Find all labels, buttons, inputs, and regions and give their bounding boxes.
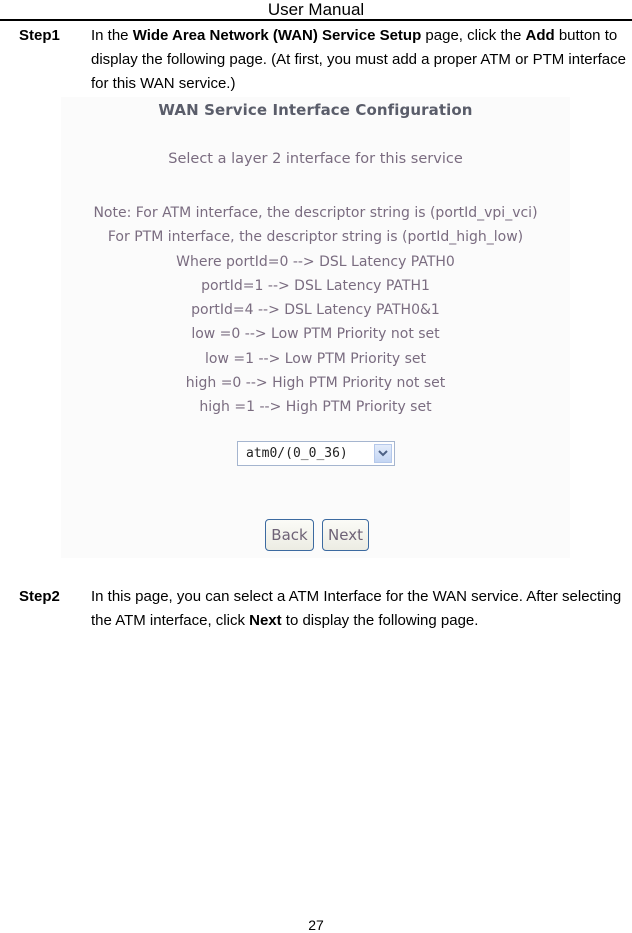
interface-select-value: atm0/(0_0_36) (246, 446, 348, 461)
wan-interface-config-screenshot: WAN Service Interface Configuration Sele… (61, 97, 570, 558)
step1-label: Step1 (19, 27, 60, 44)
note-line: low =0 --> Low PTM Priority not set (191, 326, 440, 343)
step1-text-part: page, click the (421, 27, 526, 44)
step2-text-part: to display the following page. (281, 612, 479, 629)
note-line: For PTM interface, the descriptor string… (107, 229, 524, 246)
note-line: high =1 --> High PTM Priority set (199, 399, 432, 416)
note-line: portId=1 --> DSL Latency PATH1 (201, 277, 430, 294)
next-term: Next (249, 612, 282, 629)
step1-text: In the Wide Area Network (WAN) Service S… (91, 24, 632, 96)
header-divider (0, 19, 632, 21)
step2-text: In this page, you can select a ATM Inter… (91, 585, 632, 633)
back-button[interactable]: Back (265, 519, 314, 551)
page-number: 27 (308, 917, 324, 933)
config-subtitle: Select a layer 2 interface for this serv… (168, 151, 463, 167)
note-line: Note: For ATM interface, the descriptor … (93, 205, 538, 221)
config-page-title: WAN Service Interface Configuration (158, 101, 473, 119)
wan-service-setup-term: Wide Area Network (WAN) Service Setup (132, 27, 422, 44)
descriptor-notes: Note: For ATM interface, the descriptor … (61, 201, 570, 420)
note-line: low =1 --> Low PTM Priority set (205, 350, 426, 367)
step1-text-part: In the (91, 27, 133, 44)
step2-label: Step2 (19, 588, 60, 605)
interface-select[interactable]: atm0/(0_0_36) (237, 441, 395, 466)
chevron-down-icon[interactable] (374, 444, 392, 463)
note-line: high =0 --> High PTM Priority not set (185, 375, 446, 392)
add-term: Add (525, 27, 555, 44)
document-header-title: User Manual (267, 0, 365, 19)
note-line: portId=4 --> DSL Latency PATH0&1 (191, 302, 440, 319)
next-button[interactable]: Next (322, 519, 369, 551)
note-line: Where portId=0 --> DSL Latency PATH0 (176, 253, 455, 270)
